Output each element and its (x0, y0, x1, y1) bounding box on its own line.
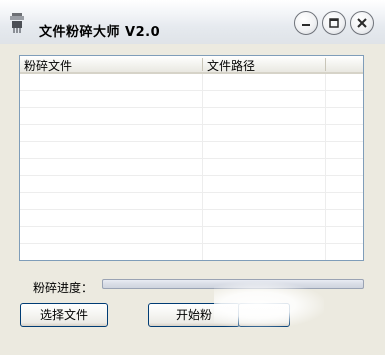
action-button[interactable] (238, 303, 290, 327)
maximize-button[interactable] (322, 11, 346, 35)
column-header-file-path[interactable]: 文件路径 (207, 57, 255, 74)
minimize-icon (302, 24, 310, 26)
table-row[interactable] (20, 193, 363, 210)
column-separator[interactable] (325, 58, 326, 71)
table-row[interactable] (20, 159, 363, 176)
table-row[interactable] (20, 142, 363, 159)
column-header-shred-file[interactable]: 粉碎文件 (24, 57, 72, 74)
title-bar[interactable]: 文件粉碎大师 V2.0 (0, 0, 385, 44)
app-icon (9, 13, 25, 33)
table-row[interactable] (20, 91, 363, 108)
window-title: 文件粉碎大师 V2.0 (39, 25, 161, 40)
maximize-icon (329, 18, 339, 28)
progress-label: 粉碎进度： (33, 281, 94, 295)
close-button[interactable] (350, 11, 374, 35)
shred-progress-bar (102, 279, 364, 289)
file-list-header: 粉碎文件 文件路径 (20, 56, 363, 74)
app-window: 文件粉碎大师 V2.0 粉碎文件 文件路径 粉碎进度： 选择文件 开始粉 (0, 0, 385, 355)
table-row[interactable] (20, 227, 363, 244)
minimize-button[interactable] (294, 11, 318, 35)
table-row[interactable] (20, 125, 363, 142)
column-separator[interactable] (202, 58, 203, 71)
table-row[interactable] (20, 74, 363, 91)
start-button[interactable]: 开始粉 (148, 303, 240, 327)
table-row[interactable] (20, 176, 363, 193)
close-icon (357, 18, 367, 28)
table-row[interactable] (20, 244, 363, 260)
select-file-button[interactable]: 选择文件 (20, 303, 108, 327)
table-row[interactable] (20, 108, 363, 125)
file-list[interactable]: 粉碎文件 文件路径 (19, 55, 364, 261)
table-row[interactable] (20, 210, 363, 227)
